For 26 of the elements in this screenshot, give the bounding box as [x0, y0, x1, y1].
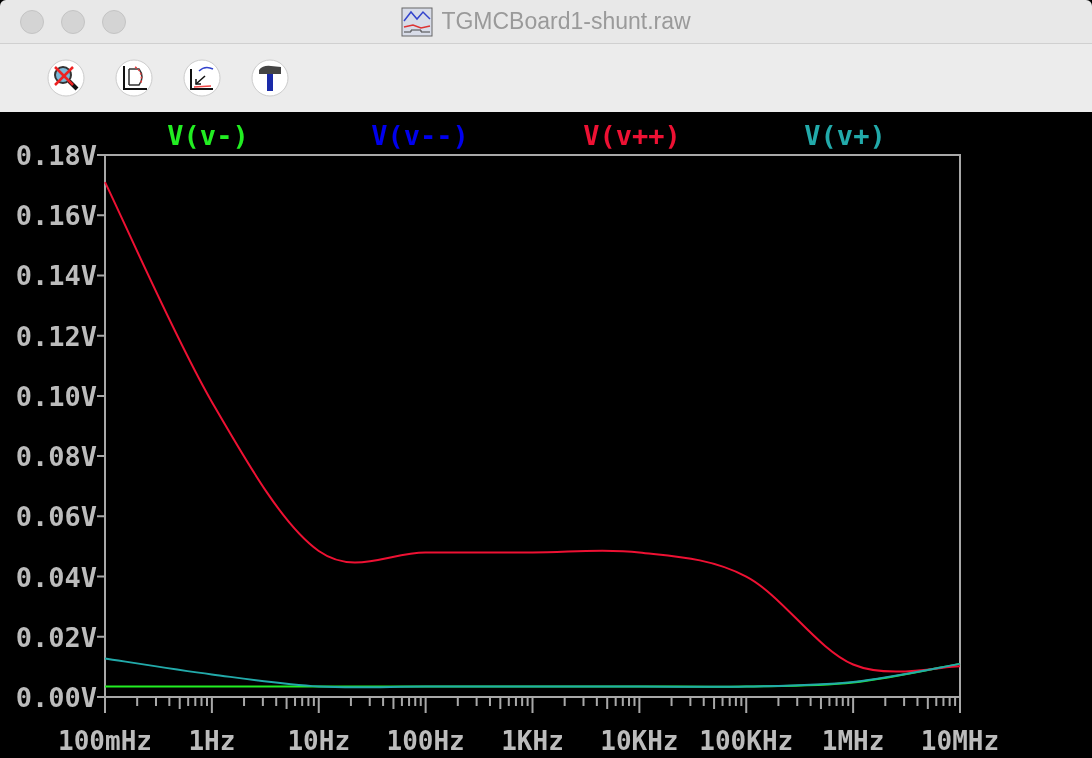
x-axis-label: 100mHz	[58, 726, 152, 756]
trace-legend[interactable]: V(v+)	[804, 120, 886, 151]
x-axis-label: 1MHz	[821, 726, 885, 756]
zoom-cancel-icon[interactable]	[47, 59, 85, 97]
y-axis-label: 0.00V	[15, 682, 97, 713]
trace-legend[interactable]: V(v++)	[583, 120, 681, 151]
waveform-file-icon	[401, 6, 434, 37]
x-axis-label: 100Hz	[386, 726, 465, 756]
hammer-icon[interactable]	[251, 59, 289, 97]
y-axis-label: 0.16V	[15, 200, 97, 232]
x-axis-label: 10MHz	[920, 726, 1000, 756]
y-axis-label: 0.14V	[15, 260, 97, 292]
x-axis-label: 10Hz	[287, 726, 351, 756]
x-axis-label: 1Hz	[188, 726, 236, 756]
y-axis-label: 0.08V	[15, 441, 97, 473]
y-axis-label: 0.10V	[15, 380, 97, 412]
trace-legend[interactable]: V(v-)	[167, 120, 249, 151]
y-axis-label: 0.06V	[15, 501, 97, 533]
x-axis-label: 10KHz	[600, 726, 679, 756]
y-axis-label: 0.12V	[15, 320, 97, 352]
y-axis-label: 0.04V	[15, 561, 97, 593]
x-axis-label: 1KHz	[501, 726, 564, 756]
window-title: TGMCBoard1-shunt.raw	[441, 7, 691, 37]
y-axis-label: 0.02V	[15, 621, 97, 653]
y-axis-label: 0.18V	[15, 140, 97, 171]
x-axis-label: 100KHz	[699, 726, 794, 756]
